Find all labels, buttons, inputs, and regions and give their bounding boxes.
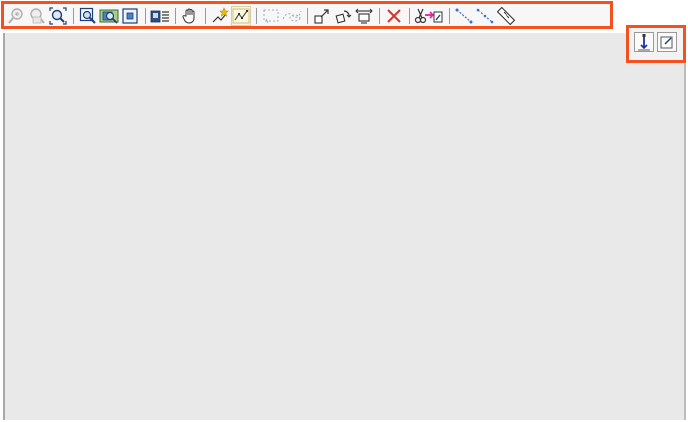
pan-button[interactable]	[180, 6, 200, 26]
zoom-window-button[interactable]	[78, 6, 98, 26]
rotate-feature-button[interactable]	[333, 6, 353, 26]
toolbar-separator	[145, 7, 146, 24]
ruler-button[interactable]	[496, 6, 516, 26]
edit-vertices-button[interactable]	[231, 5, 251, 26]
edit-note-button[interactable]	[657, 32, 677, 52]
select-polygon-icon	[281, 7, 303, 25]
toolbar-separator	[256, 7, 257, 24]
add-point-icon	[211, 6, 229, 25]
select-rectangle-icon	[262, 7, 280, 25]
arrange-vertical-icon	[636, 33, 652, 51]
toolbar-separator	[307, 7, 308, 24]
measure-path-button[interactable]	[475, 6, 495, 26]
layer-properties-icon	[150, 7, 170, 25]
measure-line-button[interactable]	[454, 6, 474, 26]
toolbar-separator	[409, 7, 410, 24]
arrange-vertical-button[interactable]	[634, 32, 654, 52]
scale-feature-icon	[355, 7, 373, 25]
zoom-extents-icon	[49, 6, 67, 25]
zoom-layer-button[interactable]	[120, 6, 140, 26]
measure-path-icon	[476, 7, 494, 25]
map-canvas[interactable]	[3, 33, 686, 420]
zoom-previous-button[interactable]	[99, 6, 119, 26]
toolbar-separator	[205, 7, 206, 24]
side-toolbar	[634, 32, 677, 52]
select-polygon-button[interactable]	[282, 6, 302, 26]
delete-button[interactable]	[384, 6, 404, 26]
edit-vertices-icon	[232, 7, 250, 25]
ruler-icon	[497, 6, 515, 25]
main-toolbar	[6, 5, 517, 26]
select-rectangle-button[interactable]	[261, 6, 281, 26]
zoom-previous-icon	[99, 7, 119, 25]
zoom-layer-icon	[121, 7, 139, 25]
add-point-button[interactable]	[210, 6, 230, 26]
pan-hand-icon	[181, 7, 199, 25]
toolbar-separator	[73, 7, 74, 24]
zoom-out-button[interactable]	[27, 6, 47, 26]
scale-feature-button[interactable]	[354, 6, 374, 26]
measure-line-icon	[455, 7, 473, 25]
move-feature-button[interactable]	[312, 6, 332, 26]
zoom-in-button[interactable]	[6, 6, 26, 26]
toolbar-separator	[449, 7, 450, 24]
cut-paste-icon	[414, 7, 444, 25]
rotate-feature-icon	[334, 7, 352, 25]
zoom-in-icon	[7, 7, 25, 25]
zoom-extents-button[interactable]	[48, 6, 68, 26]
cut-paste-button[interactable]	[414, 6, 444, 26]
toolbar-separator	[175, 7, 176, 24]
move-feature-icon	[313, 7, 331, 25]
delete-icon	[385, 7, 403, 25]
zoom-out-icon	[28, 7, 46, 25]
layer-properties-button[interactable]	[150, 6, 170, 26]
zoom-window-icon	[79, 7, 97, 25]
edit-note-icon	[659, 34, 675, 50]
toolbar-separator	[379, 7, 380, 24]
